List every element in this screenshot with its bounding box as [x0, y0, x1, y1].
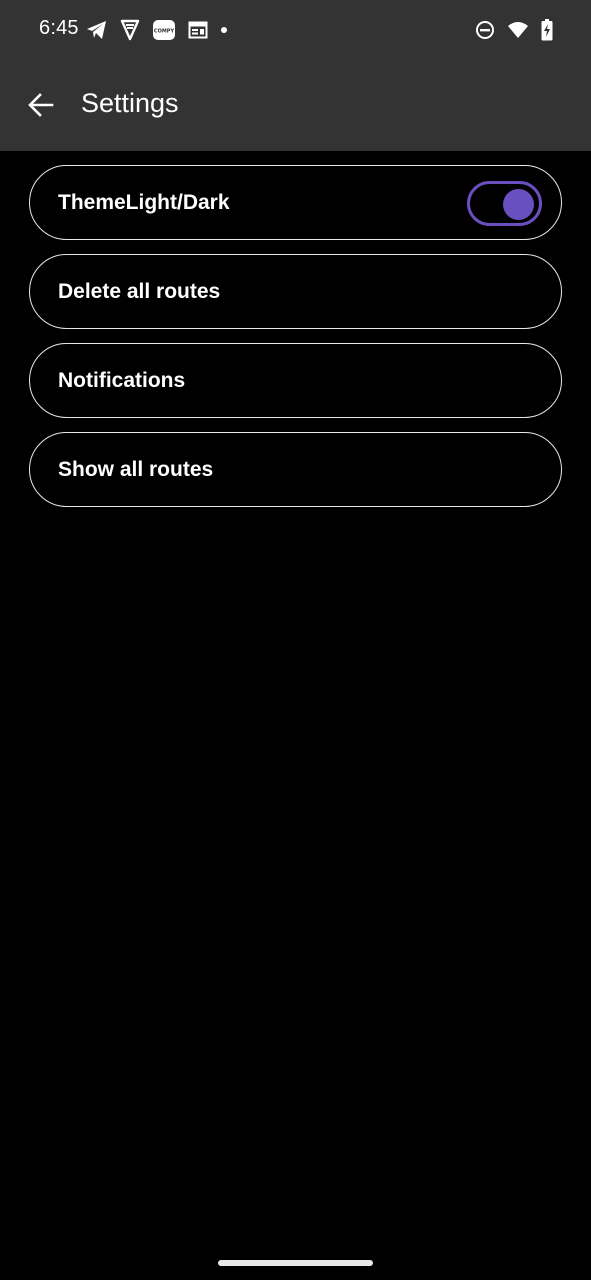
settings-list: ThemeLight/Dark Delete all routes Notifi… [29, 165, 562, 521]
toggle-knob [503, 189, 534, 220]
setting-delete-all-routes-label: Delete all routes [58, 279, 221, 303]
wifi-icon [507, 21, 529, 39]
app-bar: Settings [0, 60, 591, 151]
setting-theme[interactable]: ThemeLight/Dark [29, 165, 562, 240]
theme-toggle-switch[interactable] [467, 181, 542, 226]
status-right-icons [475, 18, 553, 42]
settings-screen: 6:45 COMPY Settings ThemeLight/Dark Dele… [0, 0, 591, 1280]
setting-notifications[interactable]: Notifications [29, 343, 562, 418]
arrow-back-icon [28, 93, 54, 117]
compy-label: COMPY [154, 29, 175, 35]
status-bar: 6:45 COMPY [0, 0, 591, 60]
back-button[interactable] [22, 86, 60, 124]
status-left-icons: COMPY [86, 18, 228, 42]
do-not-disturb-icon [475, 20, 495, 40]
battery-charging-icon [541, 19, 553, 41]
calendar-icon [188, 20, 208, 40]
setting-show-all-routes-label: Show all routes [58, 457, 214, 481]
setting-theme-label: ThemeLight/Dark [58, 190, 230, 214]
status-time: 6:45 [39, 17, 79, 39]
setting-show-all-routes[interactable]: Show all routes [29, 432, 562, 507]
setting-delete-all-routes[interactable]: Delete all routes [29, 254, 562, 329]
telegram-icon [86, 20, 108, 40]
notification-dot-icon [220, 26, 228, 34]
page-title: Settings [81, 88, 179, 118]
setting-notifications-label: Notifications [58, 368, 186, 392]
vpn-shield-icon [120, 19, 140, 41]
home-indicator[interactable] [218, 1260, 373, 1266]
compy-app-icon: COMPY [152, 19, 176, 41]
